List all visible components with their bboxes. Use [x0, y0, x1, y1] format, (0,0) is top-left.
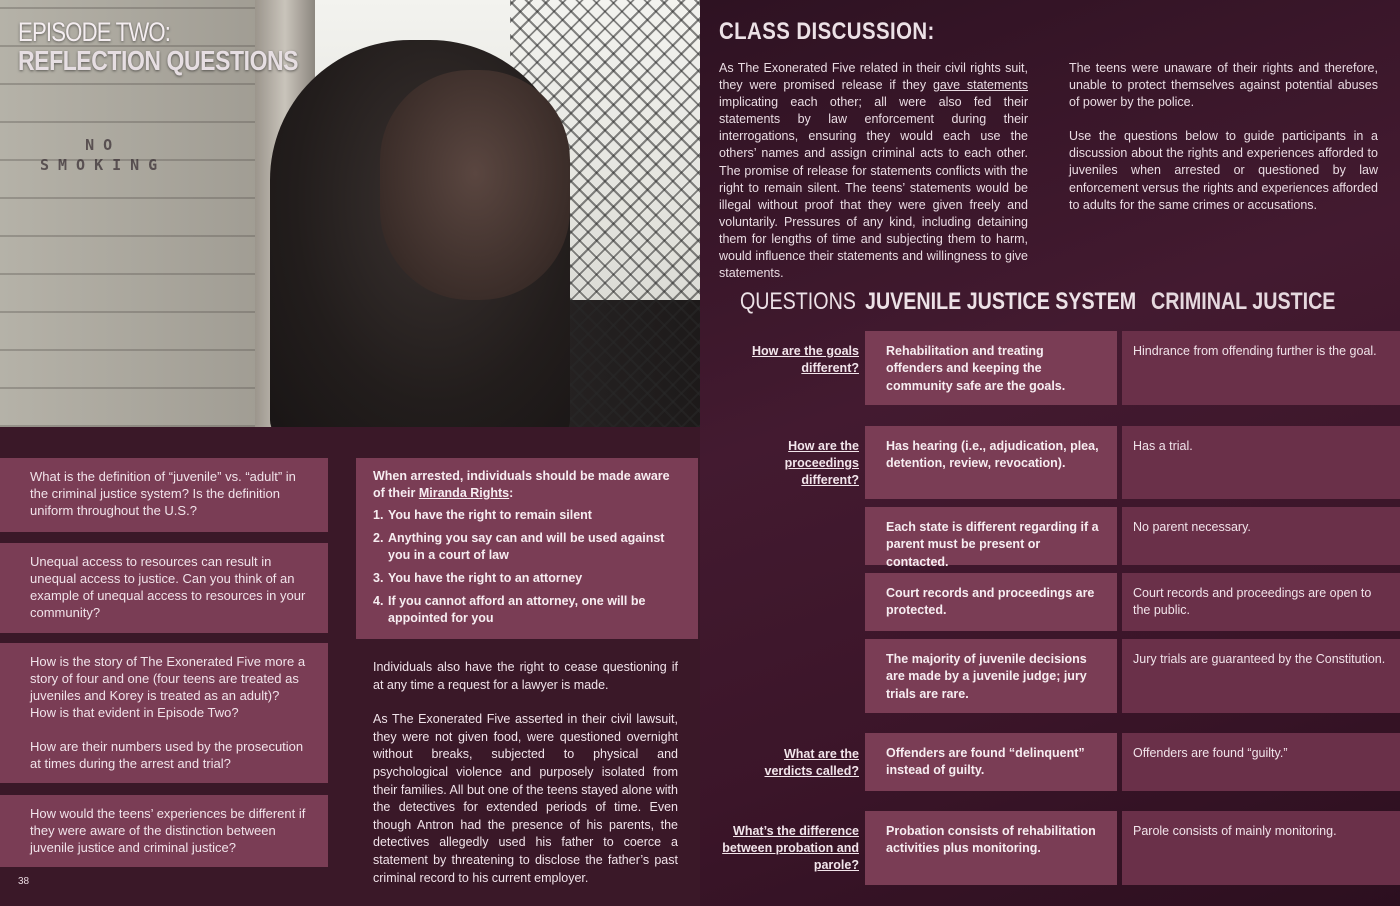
discussion-column-1: As The Exonerated Five related in their … [719, 60, 1028, 282]
page-number: 38 [18, 876, 30, 887]
question-text: How is the story of The Exonerated Five … [30, 654, 306, 720]
title-line-2: REFLECTION QUESTIONS [18, 45, 299, 76]
list-number: 3. [373, 571, 384, 585]
body-paragraph: Individuals also have the right to cease… [373, 660, 678, 692]
list-text: You have the right to remain silent [388, 508, 592, 522]
table-cell-criminal: Jury trials are guaranteed by the Consti… [1122, 639, 1400, 713]
reflection-question-box: How is the story of The Exonerated Five … [0, 643, 328, 783]
table-cell-juvenile: Court records and proceedings are protec… [865, 573, 1117, 631]
table-cell-criminal: No parent necessary. [1122, 507, 1400, 565]
table-cell-juvenile: Offenders are found “delinquent” instead… [865, 733, 1117, 791]
reflection-question-box: How would the teens’ experiences be diff… [0, 795, 328, 867]
table-cell-juvenile: Rehabilitation and treating offenders an… [865, 331, 1117, 405]
miranda-intro-text: When arrested, individuals should be mad… [373, 469, 670, 500]
body-paragraph: As The Exonerated Five asserted in their… [373, 712, 678, 885]
table-cell-juvenile: Has hearing (i.e., adjudication, plea, d… [865, 426, 1117, 499]
list-number: 4. [373, 594, 384, 608]
question-text: How would the teens’ experiences be diff… [30, 806, 306, 855]
table-cell-juvenile: Each state is different regarding if a p… [865, 507, 1117, 569]
table-question-goals: How are the goals different? [752, 344, 859, 375]
miranda-colon: : [509, 486, 514, 500]
question-text: How are their numbers used by the prosec… [30, 739, 304, 771]
gave-statements-link[interactable]: gave statements [933, 78, 1028, 92]
discussion-text: implicating each other; all were also fe… [719, 95, 1028, 281]
photo-figure-face [380, 70, 570, 300]
list-text: Anything you say can and will be used ag… [388, 531, 665, 562]
table-header-juvenile: JUVENILE JUSTICE SYSTEM [865, 288, 1137, 315]
table-cell-criminal: Has a trial. [1122, 426, 1400, 499]
list-item: 1. You have the right to remain silent [373, 507, 684, 524]
discussion-paragraph: Use the questions below to guide partici… [1069, 129, 1378, 212]
sign-line-2: SMOKING [40, 156, 167, 174]
list-item: 3. You have the right to an attorney [373, 570, 684, 587]
table-cell-criminal: Parole consists of mainly monitoring. [1122, 811, 1400, 885]
list-number: 1. [373, 508, 384, 522]
page-title: EPISODE TWO: REFLECTION QUESTIONS [18, 18, 360, 76]
miranda-intro: When arrested, individuals should be mad… [373, 468, 684, 502]
sign-line-1: NO [85, 136, 122, 154]
table-question-proceedings: How are the proceedings different? [784, 439, 859, 487]
table-cell-juvenile: The majority of juvenile decisions are m… [865, 639, 1117, 713]
table-cell-criminal: Court records and proceedings are open t… [1122, 573, 1400, 631]
episode-photo: NO SMOKING EPISODE TWO: REFLECTION QUEST… [0, 0, 700, 427]
table-header-criminal: CRIMINAL JUSTICE [1151, 288, 1336, 315]
table-cell-criminal: Hindrance from offending further is the … [1122, 331, 1400, 405]
table-cell-criminal: Offenders are found “guilty.” [1122, 733, 1400, 791]
table-question-probation-parole: What’s the difference between probation … [722, 824, 859, 872]
question-text: What is the definition of “juvenile” vs.… [30, 469, 296, 518]
miranda-rights-link[interactable]: Miranda Rights [419, 486, 509, 500]
class-discussion-title: CLASS DISCUSSION: [719, 18, 935, 45]
table-cell-juvenile: Probation consists of rehabilitation act… [865, 811, 1117, 885]
list-number: 2. [373, 531, 384, 545]
table-header-questions: QUESTIONS [740, 288, 856, 315]
miranda-rights-box: When arrested, individuals should be mad… [356, 458, 698, 639]
discussion-paragraph: The teens were unaware of their rights a… [1069, 61, 1378, 110]
table-question-verdicts: What are the verdicts called? [764, 747, 860, 778]
question-text: Unequal access to resources can result i… [30, 554, 306, 620]
left-body-text: Individuals also have the right to cease… [373, 659, 678, 887]
title-line-1: EPISODE TWO: [18, 17, 171, 47]
list-text: If you cannot afford an attorney, one wi… [388, 594, 646, 625]
list-item: 4. If you cannot afford an attorney, one … [373, 593, 684, 627]
photo-no-smoking-sign: NO SMOKING [40, 135, 166, 175]
reflection-question-box: Unequal access to resources can result i… [0, 543, 328, 633]
discussion-column-2: The teens were unaware of their rights a… [1069, 60, 1378, 214]
list-item: 2. Anything you say can and will be used … [373, 530, 684, 564]
reflection-question-box: What is the definition of “juvenile” vs.… [0, 458, 328, 532]
list-text: You have the right to an attorney [388, 571, 583, 585]
miranda-rights-list: 1. You have the right to remain silent 2.… [373, 507, 684, 627]
